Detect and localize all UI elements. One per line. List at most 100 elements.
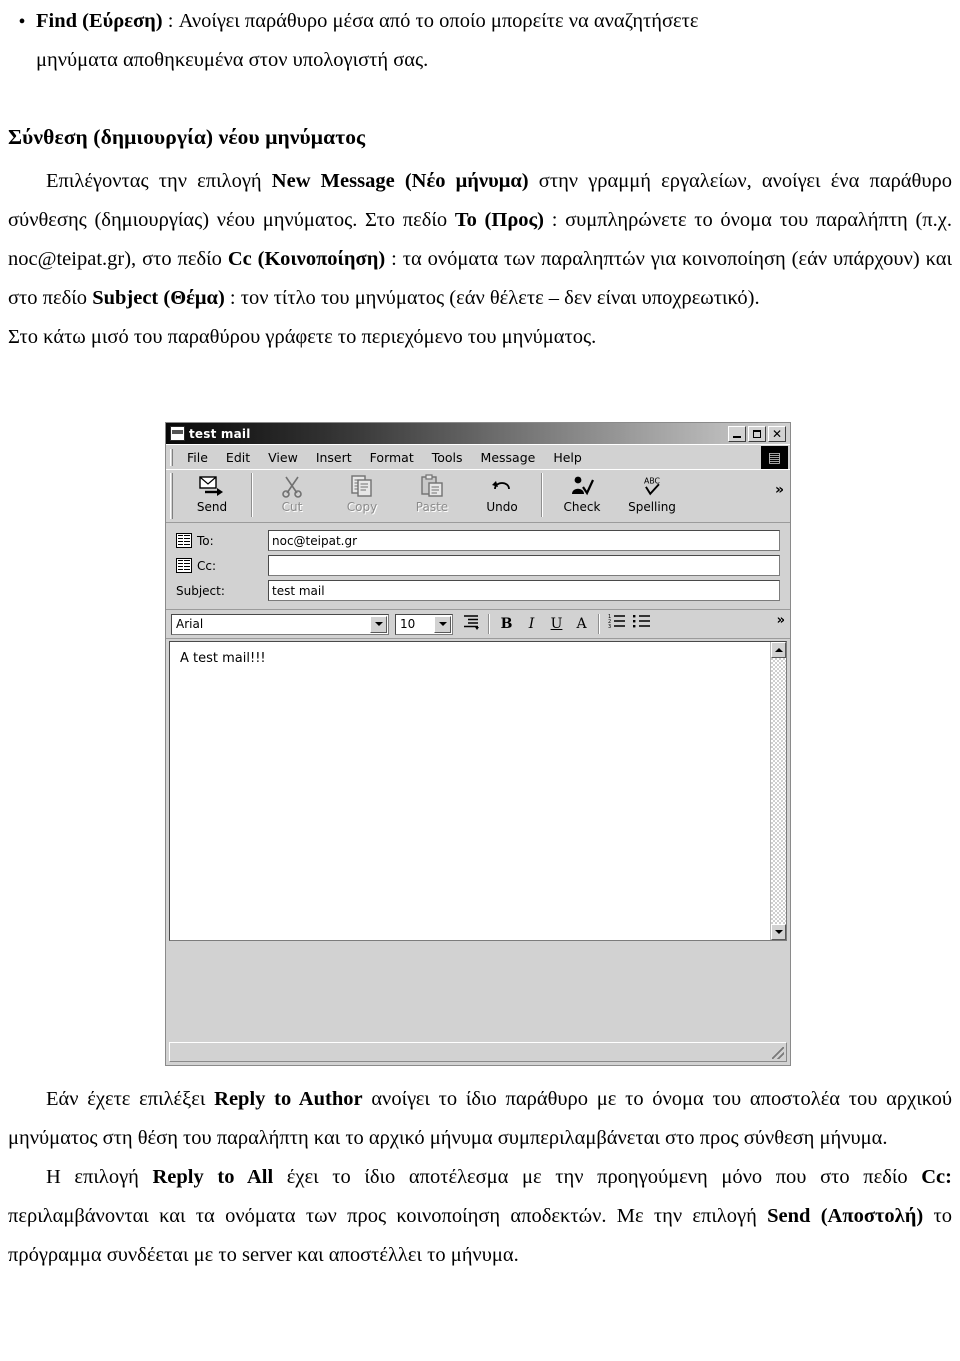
menu-item-format[interactable]: Format <box>361 448 423 467</box>
toolbar-label-paste: Paste <box>415 500 449 514</box>
numbered-list-icon: 1 2 3 <box>608 614 626 634</box>
toolbar-drag-grip[interactable] <box>170 473 173 519</box>
format-separator <box>488 614 490 634</box>
p4-reply-all-label: Reply to All <box>152 1166 274 1188</box>
message-header-fields: To: noc@teipat.gr Cc: Subject: test mail <box>166 523 790 610</box>
chevron-down-icon[interactable] <box>434 615 451 633</box>
outlook-express-logo-icon: ▤ <box>761 446 788 469</box>
paragraph-reply-to-all: Η επιλογή Reply to All έχει το ίδιο αποτ… <box>8 1158 952 1275</box>
scissors-icon <box>279 473 305 499</box>
p1-t1: Επιλέγοντας την επιλογή <box>46 170 272 192</box>
chevron-down-icon[interactable] <box>370 615 387 633</box>
toolbar-label-cut: Cut <box>281 500 303 514</box>
message-body-text[interactable]: A test mail!!! <box>170 642 770 940</box>
menu-item-file[interactable]: File <box>178 448 217 467</box>
window-controls[interactable]: ✕ <box>728 425 788 442</box>
toolbar-overflow-button[interactable]: » <box>775 482 784 498</box>
paste-icon <box>419 473 445 499</box>
menu-item-tools[interactable]: Tools <box>423 448 472 467</box>
p3-t1: Εάν έχετε επιλέξει <box>46 1088 215 1110</box>
subject-label: Subject: <box>176 583 225 598</box>
bullet-item-find: • Find (Εύρεση) : Ανοίγει παράθυρο μέσα … <box>8 2 952 80</box>
toolbar-button-undo[interactable]: Undo <box>467 470 537 514</box>
close-button[interactable]: ✕ <box>768 425 786 442</box>
header-row-cc[interactable]: Cc: <box>176 554 780 577</box>
menu-item-insert[interactable]: Insert <box>307 448 361 467</box>
toolbar-label-spelling: Spelling <box>628 500 676 514</box>
italic-button[interactable]: I <box>519 612 544 636</box>
toolbar-button-send[interactable]: Send <box>177 470 247 514</box>
window-title: test mail <box>189 426 251 441</box>
p4-send-label: Send (Αποστολή) <box>767 1205 924 1227</box>
subject-input[interactable]: test mail <box>268 580 780 601</box>
section-heading: Σύνθεση (δημιουργία) νέου μηνύματος <box>8 125 366 149</box>
numbered-list-button[interactable]: 1 2 3 <box>604 612 629 636</box>
check-names-icon <box>569 473 595 499</box>
message-body-area[interactable]: A test mail!!! <box>169 641 787 941</box>
p1-t5: : τον τίτλο του μηνύματος (εάν θέλετε – … <box>224 287 760 309</box>
menu-item-message[interactable]: Message <box>472 448 545 467</box>
maximize-button[interactable] <box>748 425 766 442</box>
bullet-find-desc: : Ανοίγει παράθυρο μέσα από το οποίο μπο… <box>162 10 699 32</box>
bullet-find-term: Find (Εύρεση) <box>36 10 163 32</box>
menu-item-help[interactable]: Help <box>544 448 591 467</box>
menu-item-view[interactable]: View <box>259 448 307 467</box>
menu-drag-grip[interactable] <box>170 448 173 466</box>
header-row-subject[interactable]: Subject: test mail <box>176 579 780 602</box>
paragraph-compose-instructions: Επιλέγοντας την επιλογή New Message (Νέο… <box>8 162 952 318</box>
outlook-express-compose-window[interactable]: test mail ✕ File Edit View Insert Format… <box>165 422 791 1066</box>
font-size-value: 10 <box>400 617 416 631</box>
spelling-abc-icon: ABC <box>639 473 665 499</box>
minimize-button[interactable] <box>728 425 746 442</box>
body-vertical-scrollbar[interactable] <box>770 642 786 940</box>
toolbar-button-paste[interactable]: Paste <box>397 470 467 514</box>
format-separator <box>598 614 600 634</box>
address-book-icon[interactable] <box>176 558 192 573</box>
toolbar-button-check-names[interactable]: Check <box>547 470 617 514</box>
menu-bar[interactable]: File Edit View Insert Format Tools Messa… <box>166 444 790 469</box>
scroll-down-button[interactable] <box>771 924 786 940</box>
toolbar-separator <box>541 473 543 517</box>
font-color-button[interactable]: A <box>569 612 594 636</box>
toolbar-label-undo: Undo <box>486 500 518 514</box>
menu-item-edit[interactable]: Edit <box>217 448 259 467</box>
document-page: • Find (Εύρεση) : Ανοίγει παράθυρο μέσα … <box>0 2 960 1361</box>
cc-input[interactable] <box>268 555 780 576</box>
toolbar-label-copy: Copy <box>346 500 378 514</box>
main-toolbar[interactable]: Send Cut Copy Paste Undo Check ABC Spell… <box>166 469 790 523</box>
paragraph-body-area: Στο κάτω μισό του παραθύρου γράφετε το π… <box>8 326 597 348</box>
svg-text:3: 3 <box>608 624 611 630</box>
bullet-find-line2: μηνύματα αποθηκευμένα στον υπολογιστή σα… <box>36 49 429 71</box>
font-family-combobox[interactable]: Arial <box>171 613 389 635</box>
cc-label-group[interactable]: Cc: <box>176 558 268 573</box>
bullet-find-line1: Find (Εύρεση) : Ανοίγει παράθυρο μέσα απ… <box>36 2 952 41</box>
bulleted-list-button[interactable] <box>629 612 654 636</box>
toolbar-button-spelling[interactable]: ABC Spelling <box>617 470 687 514</box>
format-overflow-button[interactable]: » <box>777 613 785 628</box>
font-family-value: Arial <box>176 617 204 631</box>
header-row-to[interactable]: To: noc@teipat.gr <box>176 529 780 552</box>
p3-reply-author-label: Reply to Author <box>214 1088 363 1110</box>
underline-button[interactable]: U <box>544 612 569 636</box>
paragraph-style-icon <box>463 614 481 634</box>
bold-button[interactable]: B <box>494 612 519 636</box>
bulleted-list-icon <box>632 614 651 634</box>
bullet-marker: • <box>18 11 26 33</box>
to-input[interactable]: noc@teipat.gr <box>268 530 780 551</box>
paragraph-style-button[interactable] <box>459 612 484 636</box>
envelope-icon <box>170 426 185 441</box>
p4-t2: έχει το ίδιο αποτέλεσμα με την προηγούμε… <box>273 1166 922 1188</box>
address-book-icon[interactable] <box>176 533 192 548</box>
p1-new-message-label: New Message (Νέο μήνυμα) <box>271 170 529 192</box>
toolbar-button-copy[interactable]: Copy <box>327 470 397 514</box>
scroll-up-button[interactable] <box>771 642 786 658</box>
to-label-group[interactable]: To: <box>176 533 268 548</box>
font-size-combobox[interactable]: 10 <box>395 613 453 635</box>
p1-cc-field-label: Cc (Κοινοποίηση) <box>227 248 386 270</box>
status-bar <box>169 1042 787 1062</box>
resize-grip-handle[interactable] <box>772 1047 784 1059</box>
toolbar-button-cut[interactable]: Cut <box>257 470 327 514</box>
window-title-bar[interactable]: test mail ✕ <box>166 423 790 444</box>
formatting-toolbar[interactable]: Arial 10 B I U A 1 2 3 » <box>166 610 790 639</box>
